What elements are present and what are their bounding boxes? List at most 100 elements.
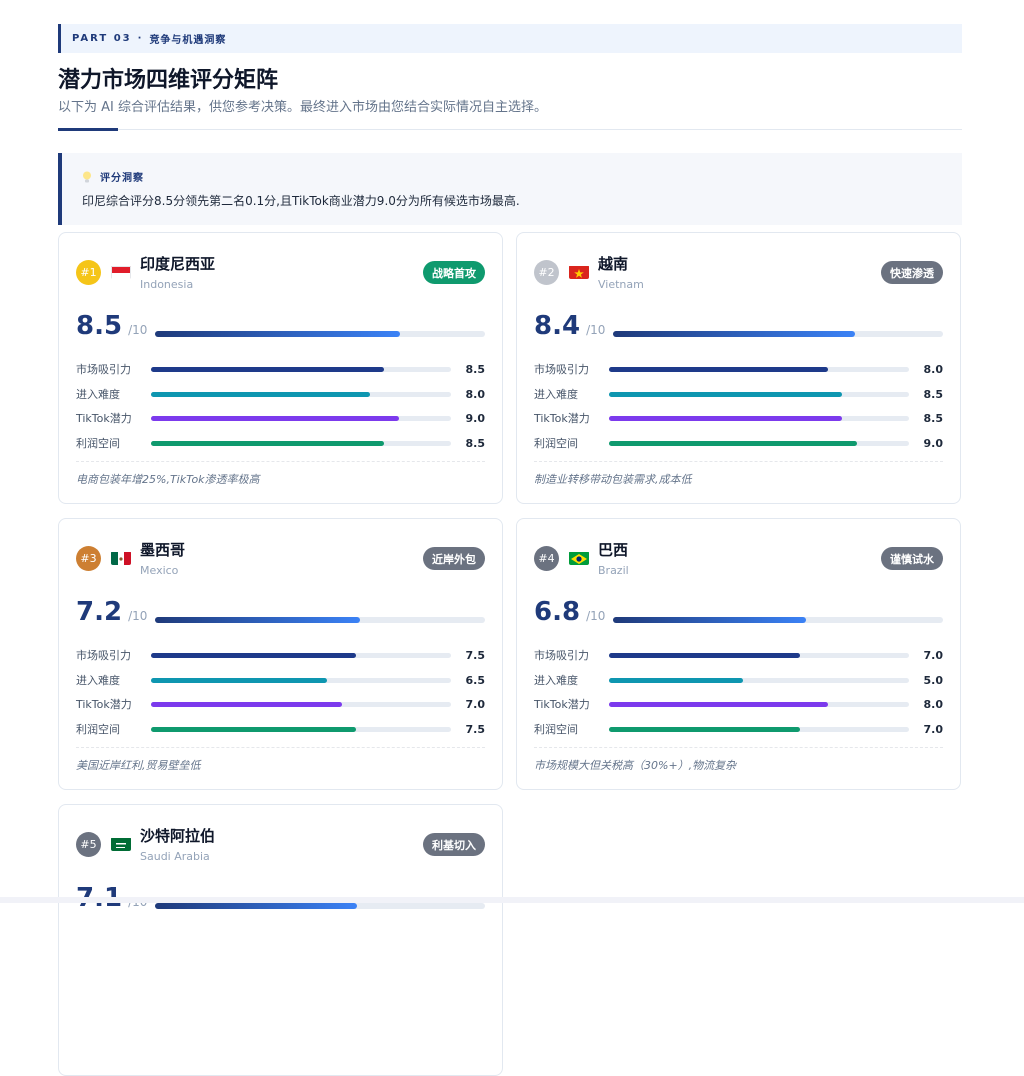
metric-bar (151, 701, 451, 707)
metric-row: TikTok潜力 9.0 (76, 410, 485, 426)
market-card: #1 印度尼西亚 Indonesia 战略首攻 8.5/10 市场吸引力 8.5 进入难度 8.… (58, 232, 503, 504)
rank-badge: #2 (534, 260, 559, 285)
metric-bar (609, 440, 909, 446)
card-divider (534, 747, 943, 748)
saudi-arabia-flag-icon (111, 837, 131, 851)
market-card: #4 巴西 Brazil 谨慎试水 6.8/10 市场吸引力 7.0 进入难度 5.0 TikTo… (516, 518, 961, 790)
score-value: 7.2 (76, 597, 123, 627)
metric-label: 利润空间 (534, 437, 578, 450)
part-title: 竞争与机遇洞察 (149, 35, 227, 46)
metric-value: 6.5 (465, 673, 486, 687)
market-name: 墨西哥 (140, 541, 186, 559)
metric-row: 进入难度 6.5 (76, 672, 485, 688)
metric-row: 利润空间 7.0 (534, 721, 943, 737)
score-suffix: /10 (128, 609, 148, 623)
metric-label: 进入难度 (76, 388, 120, 401)
metric-bar (609, 415, 909, 421)
metric-label: 市场吸引力 (76, 649, 131, 662)
indonesia-flag-icon (111, 265, 131, 279)
brazil-flag-icon (569, 551, 589, 565)
rank-badge: #1 (76, 260, 101, 285)
metric-row: 市场吸引力 7.5 (76, 647, 485, 663)
overall-score: 8.4/10 (534, 311, 605, 341)
metric-value: 7.5 (465, 722, 486, 736)
metric-value: 8.0 (465, 387, 486, 401)
metric-row: TikTok潜力 8.0 (534, 696, 943, 712)
metric-value: 9.0 (465, 411, 486, 425)
market-name: 印度尼西亚 (140, 255, 216, 273)
market-card: #5沙特阿拉伯Saudi Arabia利基切入7.1/10 (58, 804, 503, 1076)
score-suffix: /10 (586, 609, 606, 623)
score-value: 6.8 (534, 597, 581, 627)
lightbulb-icon (83, 171, 91, 182)
metric-row: 市场吸引力 8.0 (534, 361, 943, 377)
metric-value: 8.5 (923, 387, 944, 401)
part-separator: · (137, 33, 144, 44)
metric-label: 市场吸引力 (534, 649, 589, 662)
overall-score-fill (155, 617, 361, 623)
metric-bar-fill (151, 415, 399, 421)
metric-bar (151, 415, 451, 421)
market-card: #3 墨西哥 Mexico 近岸外包 7.2/10 市场吸引力 7.5 进入难度 6.5 TikT… (58, 518, 503, 790)
market-note: 电商包装年增25%,TikTok渗透率极高 (76, 473, 260, 486)
metric-bar (609, 726, 909, 732)
metric-label: 市场吸引力 (534, 363, 589, 376)
metric-row: 利润空间 7.5 (76, 721, 485, 737)
card-divider (534, 461, 943, 462)
insight-label: 评分洞察 (100, 173, 144, 184)
market-note: 制造业转移带动包装需求,成本低 (534, 473, 692, 486)
metric-bar-fill (609, 652, 800, 658)
metric-label: TikTok潜力 (76, 698, 132, 711)
metric-bar-fill (151, 391, 370, 397)
rank-badge: #3 (76, 546, 101, 571)
market-name-en: Brazil (598, 564, 629, 577)
metric-value: 7.0 (923, 648, 944, 662)
metric-row: 进入难度 5.0 (534, 672, 943, 688)
metric-label: 利润空间 (534, 723, 578, 736)
market-name: 沙特阿拉伯 (140, 827, 216, 845)
market-note: 市场规模大但关税高（30%+）,物流复杂 (534, 759, 737, 772)
strategy-badge: 近岸外包 (423, 547, 485, 570)
metric-bar (609, 701, 909, 707)
score-value: 8.4 (534, 311, 581, 341)
metric-bar (609, 677, 909, 683)
part-banner: PART 03 · 竞争与机遇洞察 (58, 24, 962, 53)
rank-badge: #4 (534, 546, 559, 571)
metric-label: TikTok潜力 (534, 412, 590, 425)
metric-row: 利润空间 8.5 (76, 435, 485, 451)
rank-badge: #5 (76, 832, 101, 857)
metric-value: 8.0 (923, 362, 944, 376)
metric-bar-fill (609, 440, 857, 446)
metric-bar-fill (609, 391, 843, 397)
metric-bar (609, 652, 909, 658)
metric-bar-fill (609, 415, 843, 421)
metric-label: 市场吸引力 (76, 363, 131, 376)
metric-value: 8.5 (465, 362, 486, 376)
metric-bar (151, 677, 451, 683)
metric-label: TikTok潜力 (76, 412, 132, 425)
card-divider (76, 461, 485, 462)
metric-row: 市场吸引力 8.5 (76, 361, 485, 377)
strategy-badge: 战略首攻 (423, 261, 485, 284)
overall-score-bar (155, 903, 485, 909)
metric-bar (151, 726, 451, 732)
metric-bar-fill (151, 440, 385, 446)
title-divider (58, 128, 962, 131)
metric-row: TikTok潜力 8.5 (534, 410, 943, 426)
metric-label: 利润空间 (76, 437, 120, 450)
metric-bar-fill (609, 677, 743, 683)
metric-value: 9.0 (923, 436, 944, 450)
metric-row: 进入难度 8.0 (76, 386, 485, 402)
metric-label: 进入难度 (76, 674, 120, 687)
market-name: 巴西 (598, 541, 629, 559)
overall-score: 6.8/10 (534, 597, 605, 627)
part-label: PART 03 (72, 33, 132, 44)
metric-bar-fill (151, 366, 385, 372)
score-value: 8.5 (76, 311, 123, 341)
metric-row: TikTok潜力 7.0 (76, 696, 485, 712)
strategy-badge: 谨慎试水 (881, 547, 943, 570)
vietnam-flag-icon (569, 265, 589, 279)
market-name-en: Saudi Arabia (140, 850, 210, 863)
overall-score: 7.2/10 (76, 597, 147, 627)
market-name-en: Mexico (140, 564, 179, 577)
